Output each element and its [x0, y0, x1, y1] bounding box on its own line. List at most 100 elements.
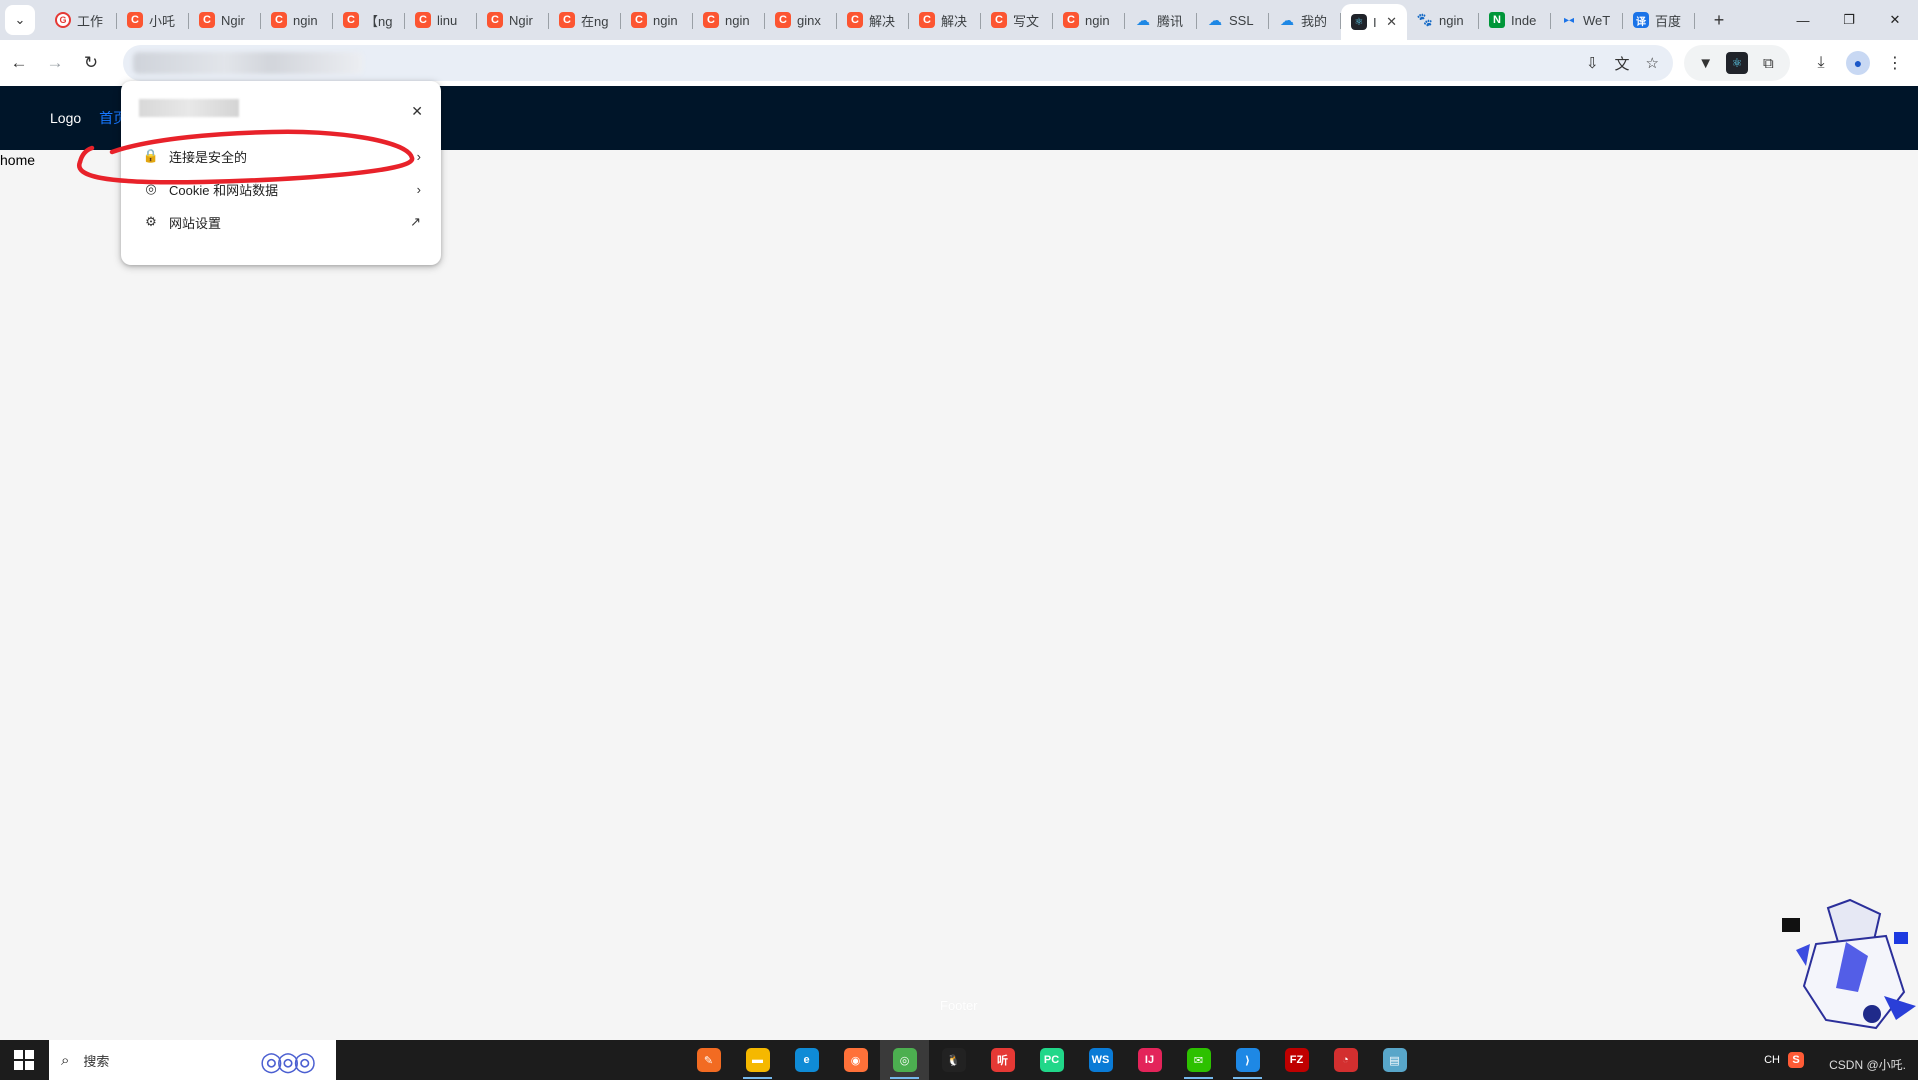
close-icon[interactable]: ✕ — [411, 103, 423, 120]
reload-button[interactable]: ↻ — [74, 46, 108, 80]
tab[interactable]: C 【ng — [333, 4, 405, 36]
ime-icon[interactable]: S — [1788, 1052, 1804, 1068]
tab[interactable]: C 写文 — [981, 4, 1053, 36]
tab-label: 小吒 — [149, 13, 176, 29]
favicon-icon: 译 — [1633, 12, 1649, 28]
install-app-icon[interactable]: ⇩ — [1586, 54, 1599, 72]
tab-label: ngin — [725, 12, 750, 28]
taskbar-search-box[interactable]: ⌕ 搜索 ◎◎◎ — [49, 1040, 336, 1080]
favicon-icon: C — [775, 12, 791, 28]
app-vscode-button[interactable]: ⟩ — [1223, 1040, 1272, 1080]
app-file-explorer-button[interactable]: ▬ — [733, 1040, 782, 1080]
app-ting-button[interactable]: 听 — [978, 1040, 1027, 1080]
tab[interactable]: C Ngir — [477, 4, 549, 36]
app-filezilla-button[interactable]: FZ — [1272, 1040, 1321, 1080]
tab[interactable]: C 解决 — [909, 4, 981, 36]
app-wechat-button[interactable]: ✉ — [1174, 1040, 1223, 1080]
tab[interactable]: C 解决 — [837, 4, 909, 36]
tab-label: Ngir — [509, 12, 533, 28]
restore-button[interactable]: ❐ — [1826, 0, 1872, 40]
tab[interactable]: C 在ng — [549, 4, 621, 36]
tab-active[interactable]: ⚛ I ✕ — [1341, 4, 1407, 40]
translate-icon[interactable]: 文 — [1615, 53, 1630, 74]
tab-label: 我的 — [1301, 13, 1328, 29]
tab[interactable]: ☁ SSL — [1197, 4, 1269, 36]
omnibox-actions: ⇩ 文 ☆ — [1586, 45, 1659, 81]
chevron-down-icon: ⌄ — [14, 12, 26, 27]
app-snail-button[interactable]: ◔ — [1321, 1040, 1370, 1080]
new-tab-button[interactable]: + — [1705, 6, 1733, 34]
windows-taskbar: ⌕ 搜索 ◎◎◎ ✎ ▬ e ◉ ◎ 🐧 听 PC WS IJ ✉ ⟩ FZ ◔ ▤ CH S — [0, 1040, 1918, 1080]
tab[interactable]: Cngin — [1053, 4, 1125, 36]
bookmark-star-icon[interactable]: ☆ — [1646, 54, 1659, 72]
tab[interactable]: C Ngir — [189, 4, 261, 36]
cookies-row[interactable]: ◎ Cookie 和网站数据 › — [121, 172, 441, 206]
tab-label: Ngir — [221, 12, 245, 28]
app-pycharm-button[interactable]: PC — [1027, 1040, 1076, 1080]
tab-list: G 工作 C 小吒 C Ngir Cngin C 【ng Clinu C Ngir C 在ng Cngin C… — [45, 0, 1695, 40]
back-button[interactable]: ← — [2, 46, 36, 80]
favicon-icon: ☁ — [1280, 11, 1294, 28]
tab-label: 百度 — [1655, 13, 1682, 29]
connection-secure-row[interactable]: 🔒 连接是安全的 › — [121, 139, 441, 173]
tab-close-icon[interactable]: ✕ — [1386, 14, 1397, 30]
vue-devtools-icon[interactable]: ▼ — [1695, 52, 1717, 74]
tab[interactable]: Clinu — [405, 4, 477, 36]
site-settings-row[interactable]: ⚙ 网站设置 ↗ — [121, 205, 441, 239]
app-qq-button[interactable]: 🐧 — [929, 1040, 978, 1080]
input-language-indicator[interactable]: CH — [1764, 1054, 1780, 1066]
toolbar-right: ⤓ ● ⋮ — [1810, 45, 1906, 81]
app-edge-button[interactable]: e — [782, 1040, 831, 1080]
extensions-puzzle-icon[interactable]: ⧉ — [1757, 52, 1779, 74]
tab-label: ngin — [1439, 12, 1464, 28]
tab-search-button[interactable]: ⌄ — [5, 5, 35, 35]
app-webstorm-button[interactable]: WS — [1076, 1040, 1125, 1080]
tab-label: WeT — [1583, 12, 1611, 28]
forward-button[interactable]: → — [38, 46, 72, 80]
favicon-icon: C — [631, 12, 647, 28]
minimize-button[interactable]: — — [1780, 0, 1826, 40]
react-devtools-icon[interactable]: ⚛ — [1725, 52, 1748, 74]
close-window-button[interactable]: ✕ — [1872, 0, 1918, 40]
favicon-icon: C — [991, 12, 1007, 28]
row-label: Cookie 和网站数据 — [169, 182, 279, 198]
app-firefox-button[interactable]: ◉ — [831, 1040, 880, 1080]
tab[interactable]: Cngin — [693, 4, 765, 36]
site-info-popup: ✕ 🔒 连接是安全的 › ◎ Cookie 和网站数据 › ⚙ 网站设置 ↗ — [121, 81, 441, 265]
tab[interactable]: ☁ 腾讯 — [1125, 4, 1197, 36]
gear-icon: ⚙ — [145, 214, 157, 229]
tab-label: linu — [437, 12, 458, 28]
tab-label: 在ng — [581, 13, 609, 29]
tab[interactable]: ☁ 我的 — [1269, 4, 1341, 36]
app-firefox-icon: ◉ — [843, 1048, 868, 1072]
favicon-icon: ⚛ — [1351, 14, 1367, 30]
tab[interactable]: Cngin — [261, 4, 333, 36]
start-button[interactable] — [0, 1040, 48, 1080]
favicon-icon: C — [847, 12, 863, 28]
download-icon[interactable]: ⤓ — [1810, 54, 1832, 72]
profile-avatar-icon[interactable]: ● — [1846, 51, 1870, 75]
cookie-icon: ◎ — [145, 181, 157, 196]
address-bar[interactable]: ⇩ 文 ☆ — [123, 45, 1673, 81]
tab[interactable]: Cginx — [765, 4, 837, 36]
tab[interactable]: N Inde — [1479, 4, 1551, 36]
tab[interactable]: 🐾 ngin — [1407, 4, 1479, 36]
app-pencil-button[interactable]: ✎ — [684, 1040, 733, 1080]
tab[interactable]: 译百度 — [1623, 4, 1695, 36]
chevron-right-icon: › — [416, 148, 421, 164]
app-ting-icon: 听 — [990, 1048, 1015, 1072]
extensions-area: ▼ ⚛ ⧉ — [1684, 45, 1790, 81]
app-pycharm-icon: PC — [1039, 1048, 1064, 1072]
tab[interactable]: C 小吒 — [117, 4, 189, 36]
app-chrome-button[interactable]: ◎ — [880, 1040, 929, 1080]
blurred-url — [133, 52, 363, 74]
tab[interactable]: G 工作 — [45, 4, 117, 36]
app-intellij-button[interactable]: IJ — [1125, 1040, 1174, 1080]
windows-logo-icon — [14, 1050, 34, 1070]
menu-kebab-icon[interactable]: ⋮ — [1884, 53, 1906, 73]
favicon-icon: C — [559, 12, 575, 28]
app-notes-button[interactable]: ▤ — [1370, 1040, 1419, 1080]
favicon-icon: C — [415, 12, 431, 28]
tab[interactable]: ▸◂ WeT — [1551, 4, 1623, 36]
tab[interactable]: Cngin — [621, 4, 693, 36]
